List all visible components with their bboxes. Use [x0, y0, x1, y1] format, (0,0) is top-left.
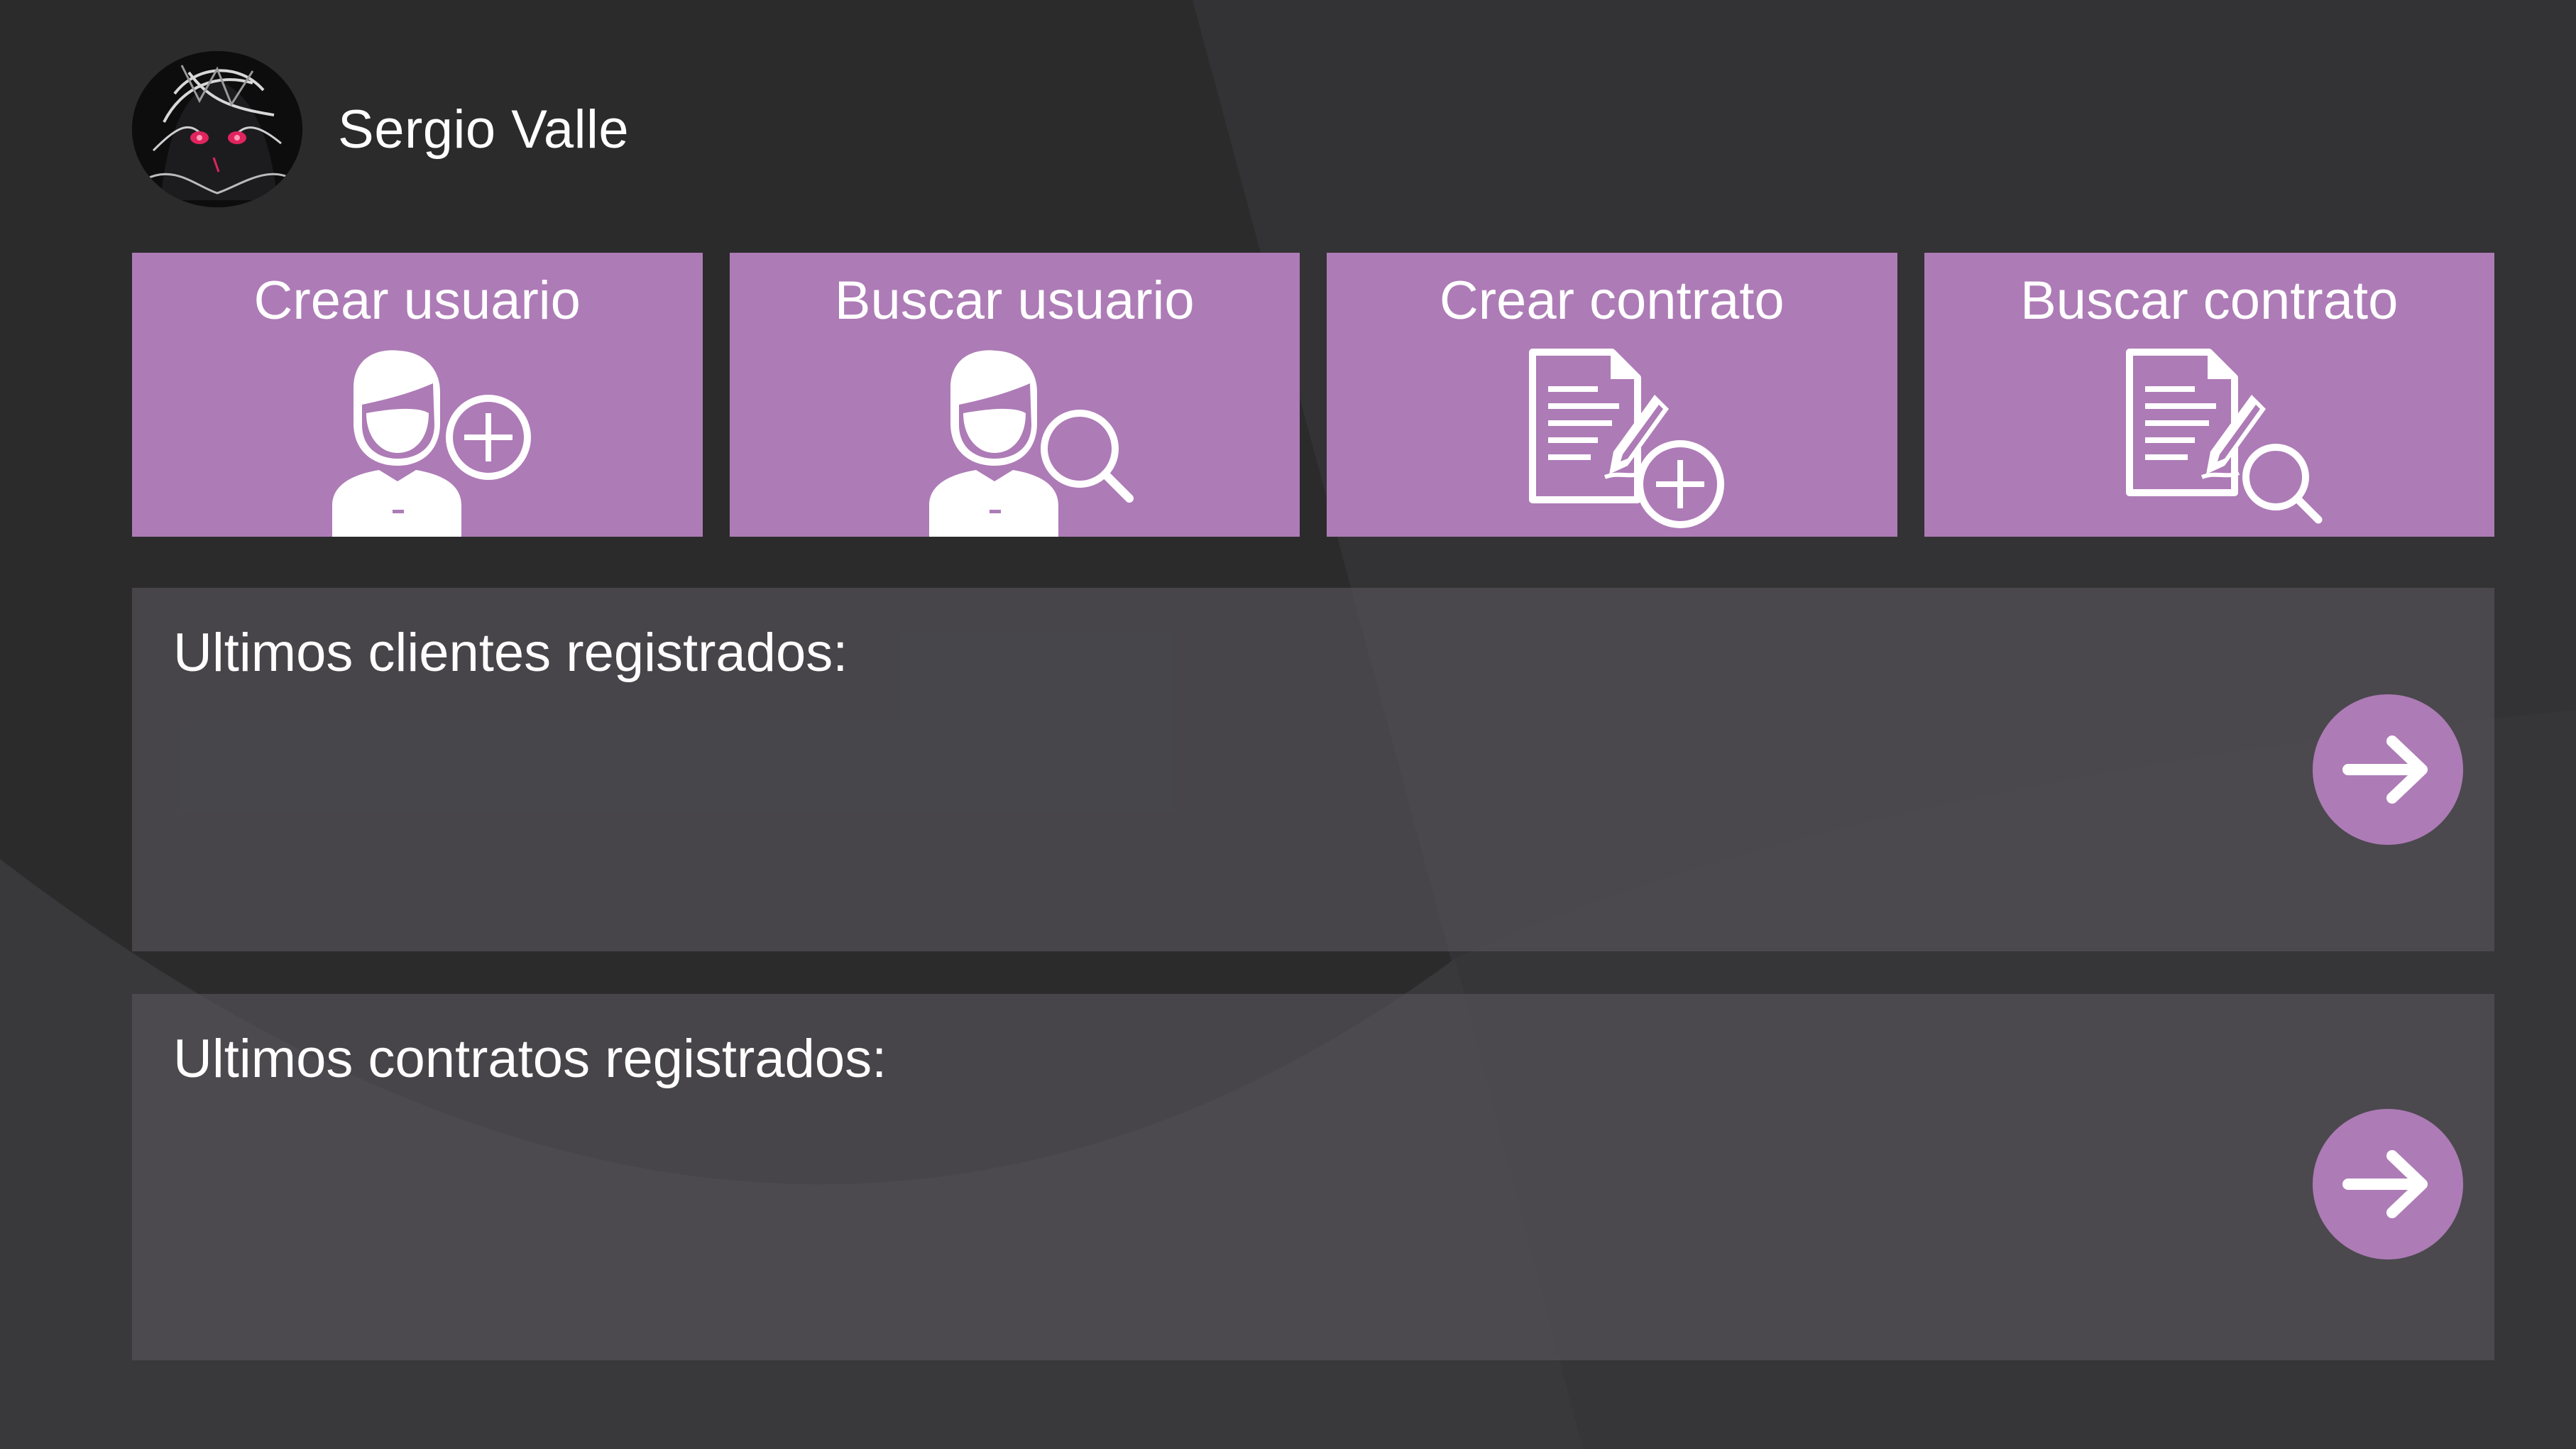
search-user-tile[interactable]: Buscar usuario: [729, 253, 1300, 537]
view-contracts-button[interactable]: [2313, 1109, 2463, 1259]
contract-search-icon: [2074, 345, 2344, 537]
arrow-right-icon: [2342, 736, 2428, 804]
user-search-icon: [879, 345, 1149, 537]
arrow-right-icon: [2342, 1150, 2428, 1218]
tile-label: Crear usuario: [253, 270, 581, 331]
tile-label: Crear contrato: [1439, 270, 1785, 331]
recent-clients-title: Ultimos clientes registrados:: [173, 623, 848, 683]
create-contract-tile[interactable]: Crear contrato: [1327, 253, 1897, 537]
contract-add-icon: [1477, 345, 1747, 537]
action-tiles: Crear usuario Buscar usuario Crear contr…: [132, 253, 2494, 537]
user-name: Sergio Valle: [338, 99, 630, 160]
search-contract-tile[interactable]: Buscar contrato: [1924, 253, 2494, 537]
avatar[interactable]: [132, 51, 302, 207]
view-clients-button[interactable]: [2313, 694, 2463, 845]
create-user-tile[interactable]: Crear usuario: [132, 253, 703, 537]
tile-label: Buscar usuario: [834, 270, 1195, 331]
recent-contracts-panel: Ultimos contratos registrados:: [132, 994, 2494, 1360]
tile-label: Buscar contrato: [2020, 270, 2399, 331]
user-add-icon: [283, 345, 552, 537]
user-header: Sergio Valle: [132, 51, 629, 207]
recent-contracts-title: Ultimos contratos registrados:: [173, 1029, 887, 1089]
recent-clients-panel: Ultimos clientes registrados:: [132, 588, 2494, 951]
